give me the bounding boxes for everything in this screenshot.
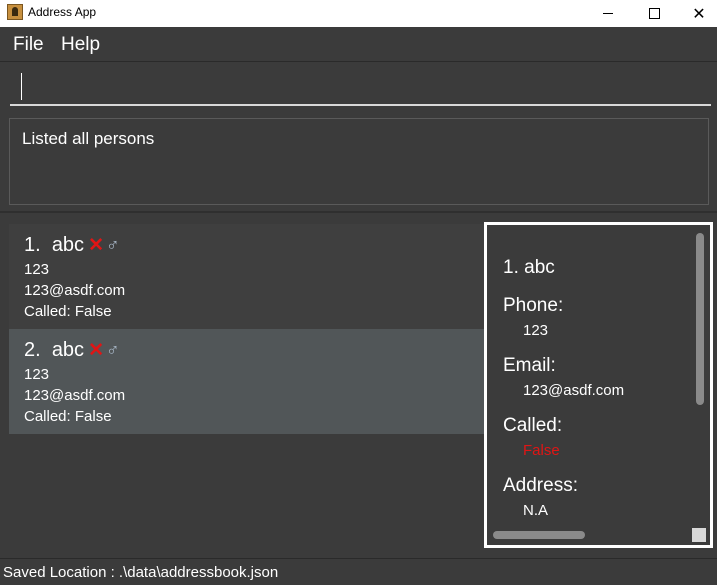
- detail-address: N.A: [523, 502, 549, 519]
- person-name-text: abc: [51, 339, 85, 361]
- person-called: Called: False: [24, 303, 112, 320]
- person-name-text: abc: [51, 234, 85, 256]
- person-list[interactable]: 1. abc ✕ ♂ 123 123@asdf.com Called: False …: [9, 224, 484, 434]
- status-bar: Saved Location : .\data\addressbook.json: [0, 558, 717, 585]
- app-icon: [7, 4, 23, 20]
- command-box: [0, 63, 717, 112]
- horizontal-scrollbar[interactable]: [493, 531, 585, 539]
- detail-called: False: [523, 442, 560, 459]
- person-index: 1.: [24, 234, 41, 256]
- detail-email-label: Email:: [503, 355, 556, 376]
- person-card[interactable]: 1. abc ✕ ♂ 123 123@asdf.com Called: False: [9, 224, 484, 329]
- title-bar: Address App ✕: [0, 0, 717, 27]
- save-location: Saved Location : .\data\addressbook.json: [3, 564, 279, 581]
- person-index: 2.: [24, 339, 41, 361]
- menu-help[interactable]: Help: [61, 34, 100, 56]
- split-divider[interactable]: [0, 211, 717, 213]
- male-icon: ♂: [105, 340, 120, 360]
- minimize-button[interactable]: [585, 0, 631, 27]
- scroll-corner: [692, 528, 706, 542]
- person-name: 1. abc ✕ ♂: [24, 234, 119, 257]
- person-card[interactable]: 2. abc ✕ ♂ 123 123@asdf.com Called: False: [9, 329, 484, 434]
- result-message: Listed all persons: [22, 129, 155, 148]
- vertical-scrollbar[interactable]: [696, 233, 704, 405]
- person-detail-panel[interactable]: 1. abc Phone: 123 Email: 123@asdf.com Ca…: [484, 222, 713, 548]
- detail-email: 123@asdf.com: [523, 382, 625, 399]
- not-called-icon: ✕: [88, 235, 104, 256]
- person-called: Called: False: [24, 408, 112, 425]
- person-phone: 123: [24, 261, 50, 278]
- not-called-icon: ✕: [88, 340, 104, 361]
- detail-name: 1. abc: [503, 257, 555, 278]
- person-phone: 123: [24, 366, 50, 383]
- person-email: 123@asdf.com: [24, 282, 126, 299]
- male-icon: ♂: [105, 235, 120, 255]
- detail-phone-label: Phone:: [503, 295, 564, 316]
- person-email: 123@asdf.com: [24, 387, 126, 404]
- command-input[interactable]: [10, 68, 711, 106]
- maximize-button[interactable]: [631, 0, 677, 27]
- detail-address-label: Address:: [503, 475, 578, 496]
- text-caret: [21, 73, 22, 100]
- close-button[interactable]: ✕: [676, 0, 717, 27]
- window-title: Address App: [28, 5, 97, 19]
- result-display: Listed all persons: [9, 118, 709, 205]
- detail-called-label: Called:: [503, 415, 563, 436]
- detail-phone: 123: [523, 322, 549, 339]
- menu-bar: File Help: [0, 27, 717, 62]
- menu-file[interactable]: File: [13, 34, 44, 56]
- person-name: 2. abc ✕ ♂: [24, 339, 119, 362]
